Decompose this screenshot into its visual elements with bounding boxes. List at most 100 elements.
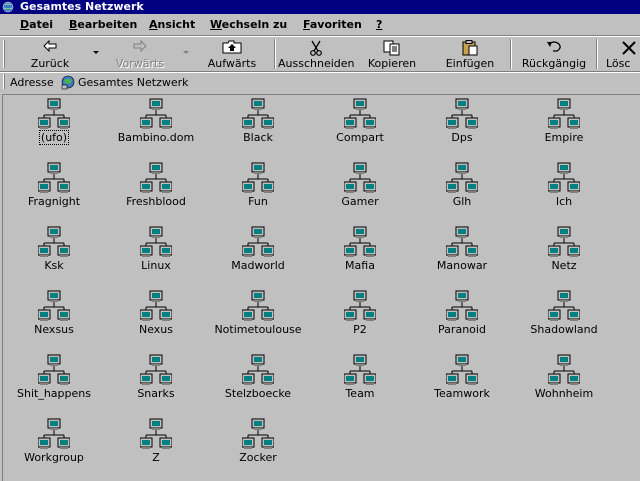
up-button[interactable]: Aufwärts — [196, 37, 268, 71]
network-workgroup-icon — [140, 290, 172, 321]
address-field[interactable]: Gesamtes Netzwerk — [56, 73, 640, 91]
back-button[interactable]: Zurück — [14, 37, 86, 71]
workgroup-item[interactable]: Fun — [208, 162, 308, 208]
workgroup-item[interactable]: Workgroup — [4, 418, 104, 464]
workgroup-name: Gamer — [341, 195, 379, 208]
workgroup-item[interactable]: Manowar — [412, 226, 512, 272]
workgroup-item[interactable]: Compart — [310, 98, 410, 144]
workgroup-item[interactable]: (ufo) — [4, 98, 104, 145]
menu-help[interactable]: ? — [376, 18, 382, 31]
workgroup-name: P2 — [353, 323, 367, 336]
paste-button[interactable]: Einfügen — [434, 37, 506, 71]
workgroup-item[interactable]: Snarks — [106, 354, 206, 400]
network-workgroup-icon — [344, 354, 376, 385]
workgroup-item[interactable]: Empire — [514, 98, 614, 144]
undo-icon — [547, 41, 561, 52]
workgroup-item[interactable]: Gamer — [310, 162, 410, 208]
copy-button[interactable]: Kopieren — [358, 37, 426, 71]
network-workgroup-icon — [38, 290, 70, 321]
network-workgroup-icon — [140, 354, 172, 385]
toolbar: Zurück Vorwärts Aufwärts Ausschneiden Ko… — [0, 37, 640, 71]
file-view[interactable]: (ufo) Bambino.dom Black Compart Dps Empire Fra… — [2, 94, 640, 481]
network-workgroup-icon — [548, 290, 580, 321]
workgroup-item[interactable]: Freshblood — [106, 162, 206, 208]
network-workgroup-icon — [548, 354, 580, 385]
workgroup-item[interactable]: Nexsus — [4, 290, 104, 336]
workgroup-item[interactable]: Paranoid — [412, 290, 512, 336]
toolbar-grip[interactable] — [3, 40, 5, 68]
network-workgroup-icon — [344, 290, 376, 321]
workgroup-item[interactable]: Fragnight — [4, 162, 104, 208]
workgroup-item[interactable]: Shadowland — [514, 290, 614, 336]
workgroup-item[interactable]: Zocker — [208, 418, 308, 464]
workgroup-name: Zocker — [239, 451, 277, 464]
workgroup-item[interactable]: Dps — [412, 98, 512, 144]
workgroup-name: Team — [345, 387, 375, 400]
workgroup-name: Empire — [544, 131, 584, 144]
menu-bearbeiten[interactable]: Bearbeiten — [69, 18, 137, 31]
workgroup-item[interactable]: Notimetoulouse — [208, 290, 308, 336]
workgroup-item[interactable]: Madworld — [208, 226, 308, 272]
forward-button[interactable]: Vorwärts — [104, 37, 176, 71]
network-workgroup-icon — [242, 98, 274, 129]
network-globe-icon — [2, 1, 14, 13]
menu-favoriten[interactable]: Favoriten — [303, 18, 362, 31]
cut-button[interactable]: Ausschneiden — [278, 37, 355, 71]
workgroup-name: Workgroup — [24, 451, 84, 464]
menu-datei[interactable]: Datei — [20, 18, 53, 31]
workgroup-name: Shadowland — [530, 323, 598, 336]
workgroup-name: Ich — [555, 195, 573, 208]
toolbar-divider — [596, 39, 598, 69]
folder-up-icon — [222, 40, 242, 54]
workgroup-item[interactable]: Mafia — [310, 226, 410, 272]
scissors-icon — [310, 40, 322, 56]
network-workgroup-icon — [446, 290, 478, 321]
back-dropdown-arrow[interactable] — [93, 51, 99, 54]
workgroup-item[interactable]: Bambino.dom — [106, 98, 206, 144]
address-bar: Adresse Gesamtes Netzwerk — [0, 73, 640, 91]
menu-wechseln-zu[interactable]: Wechseln zu — [210, 18, 287, 31]
workgroup-item[interactable]: Team — [310, 354, 410, 400]
undo-button[interactable]: Rückgängig — [516, 37, 592, 71]
network-workgroup-icon — [140, 162, 172, 193]
menu-bar: Datei Bearbeiten Ansicht Wechseln zu Fav… — [0, 15, 640, 35]
window-title: Gesamtes Netzwerk — [20, 0, 144, 13]
workgroup-name: Compart — [336, 131, 384, 144]
workgroup-item[interactable]: Wohnheim — [514, 354, 614, 400]
network-workgroup-icon — [242, 354, 274, 385]
workgroup-name: Mafia — [345, 259, 375, 272]
address-grip[interactable] — [3, 74, 5, 89]
toolbar-divider — [510, 39, 512, 69]
workgroup-item[interactable]: Nexus — [106, 290, 206, 336]
workgroup-item[interactable]: Ksk — [4, 226, 104, 272]
address-label: Adresse — [10, 76, 54, 89]
network-workgroup-icon — [242, 290, 274, 321]
network-workgroup-icon — [38, 226, 70, 257]
workgroup-item[interactable]: Glh — [412, 162, 512, 208]
workgroup-item[interactable]: Linux — [106, 226, 206, 272]
workgroup-item[interactable]: Netz — [514, 226, 614, 272]
network-workgroup-icon — [242, 418, 274, 449]
network-workgroup-icon — [38, 418, 70, 449]
workgroup-item[interactable]: P2 — [310, 290, 410, 336]
workgroup-name: Fragnight — [27, 195, 81, 208]
workgroup-name: Glh — [452, 195, 472, 208]
workgroup-name: Manowar — [436, 259, 488, 272]
workgroup-item[interactable]: Z — [106, 418, 206, 464]
workgroup-item[interactable]: Shit_happens — [4, 354, 104, 400]
forward-dropdown-arrow[interactable] — [183, 51, 189, 54]
workgroup-item[interactable]: Ich — [514, 162, 614, 208]
workgroup-item[interactable]: Stelzboecke — [208, 354, 308, 400]
delete-button[interactable]: Lösc — [604, 37, 640, 71]
workgroup-item[interactable]: Black — [208, 98, 308, 144]
network-workgroup-icon — [446, 162, 478, 193]
entire-network-icon — [61, 75, 75, 90]
network-workgroup-icon — [548, 98, 580, 129]
network-workgroup-icon — [140, 226, 172, 257]
delete-x-icon — [622, 41, 636, 55]
workgroup-name: Ksk — [44, 259, 64, 272]
clipboard-icon — [462, 40, 478, 56]
network-workgroup-icon — [344, 162, 376, 193]
menu-ansicht[interactable]: Ansicht — [149, 18, 195, 31]
workgroup-item[interactable]: Teamwork — [412, 354, 512, 400]
